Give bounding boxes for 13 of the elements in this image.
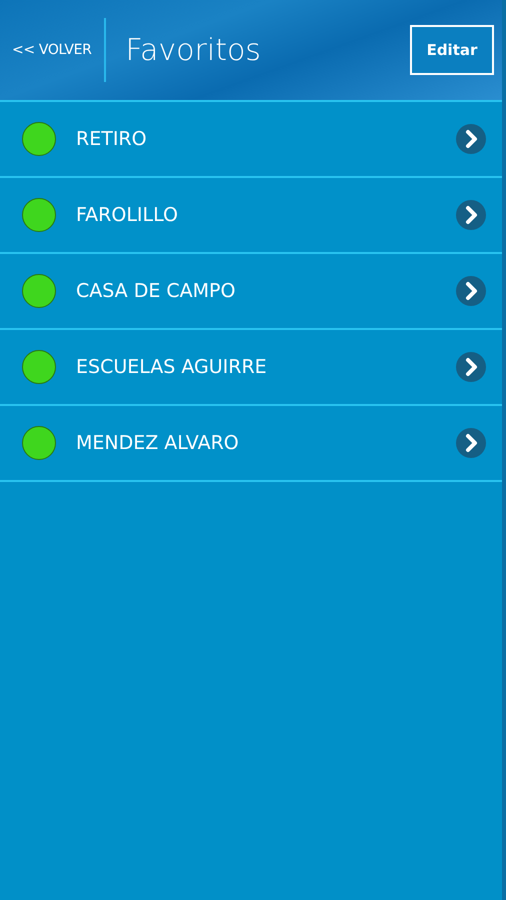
- edit-button[interactable]: Editar: [410, 25, 494, 75]
- station-name: CASA DE CAMPO: [75, 278, 236, 304]
- station-name: RETIRO: [75, 126, 147, 152]
- station-name: ESCUELAS AGUIRRE: [75, 354, 267, 380]
- chevron-icon: [456, 428, 486, 458]
- chevron-icon: [456, 124, 486, 154]
- back-button[interactable]: << VOLVER: [12, 40, 104, 60]
- station-name: MENDEZ ALVARO: [75, 430, 239, 456]
- chevron-icon: [456, 352, 486, 382]
- chevron-icon: [456, 200, 486, 230]
- station-name: FAROLILLO: [75, 202, 178, 228]
- chevron-icon: [456, 276, 486, 306]
- page-title: Favoritos: [124, 32, 261, 70]
